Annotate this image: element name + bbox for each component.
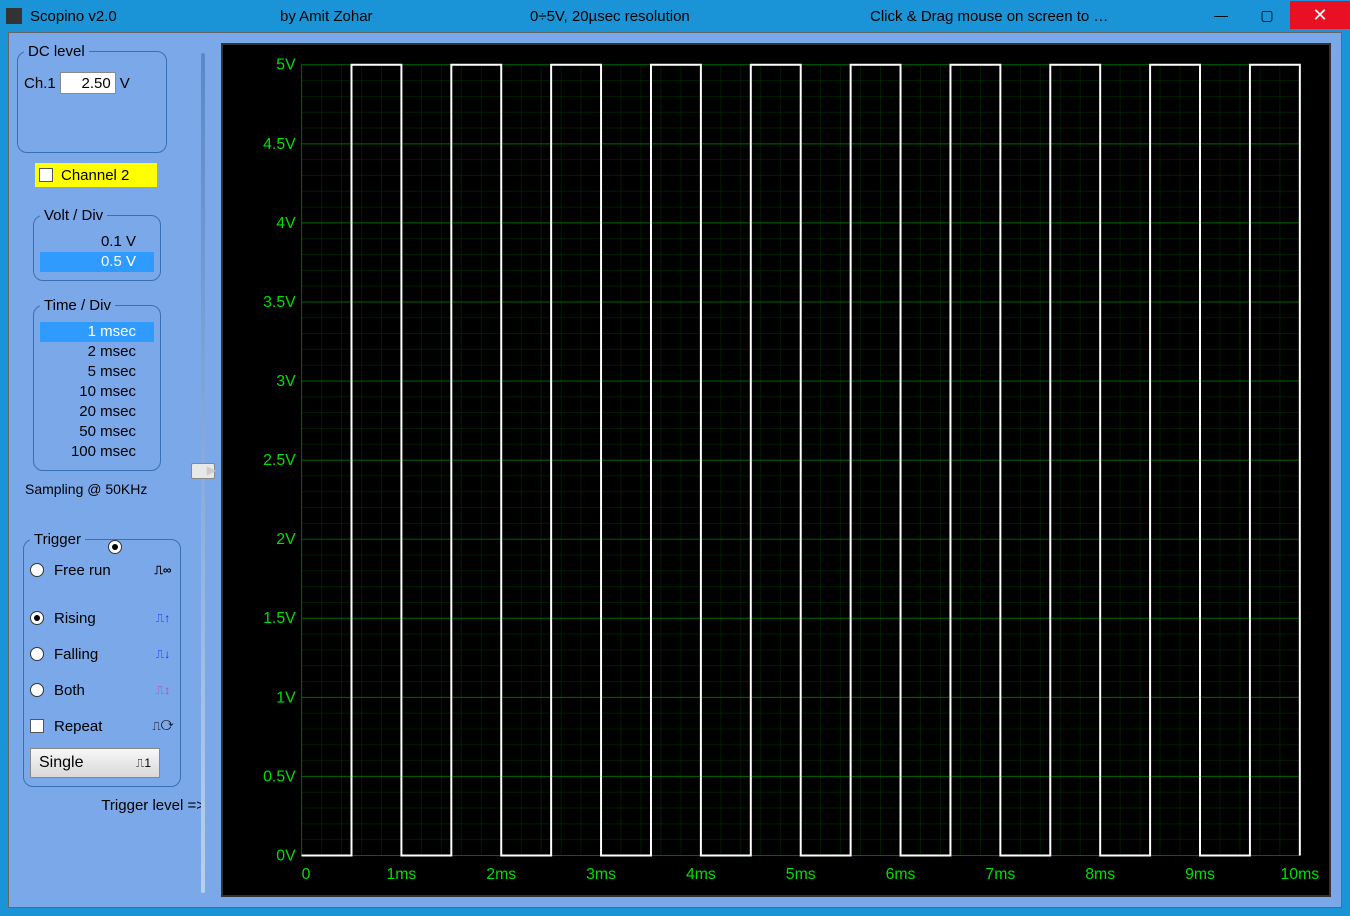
rising-edge-icon: ⎍↑ <box>152 608 174 628</box>
trigger-falling-row[interactable]: Falling ⎍↓ <box>30 640 174 668</box>
svg-text:7ms: 7ms <box>985 866 1015 883</box>
both-radio[interactable] <box>30 683 44 697</box>
scope-svg[interactable]: 5V 4.5V 4V 3.5V 3V 2.5V 2V 1.5V 1V 0.5V 0V 0 1ms 2ms 3… <box>223 45 1329 895</box>
repeat-checkbox[interactable] <box>30 719 44 733</box>
svg-text:3ms: 3ms <box>586 866 616 883</box>
channel-2-label: Channel 2 <box>61 167 129 184</box>
volt-div-option[interactable]: 0.5 V <box>40 252 154 272</box>
volt-div-group: Volt / Div 0.1 V0.5 V <box>33 207 161 281</box>
svg-text:0.5V: 0.5V <box>263 768 296 785</box>
svg-text:9ms: 9ms <box>1185 866 1215 883</box>
trigger-group: Trigger Free run ⎍∞ Rising ⎍↑ Falling ⎍↓… <box>23 531 181 787</box>
app-icon <box>6 8 22 24</box>
time-div-option[interactable]: 2 msec <box>40 342 154 362</box>
sampling-rate: Sampling @ 50KHz <box>25 481 209 497</box>
both-label: Both <box>54 682 152 699</box>
window-titlebar: Scopino v2.0 by Amit Zohar 0÷5V, 20µsec … <box>0 0 1350 32</box>
title-app: Scopino v2.0 <box>30 8 280 25</box>
dc-value-input[interactable] <box>60 72 116 94</box>
time-div-group: Time / Div 1 msec2 msec5 msec10 msec20 m… <box>33 297 161 471</box>
svg-text:1.5V: 1.5V <box>263 610 296 627</box>
volt-div-legend: Volt / Div <box>40 207 107 224</box>
time-div-option[interactable]: 5 msec <box>40 362 154 382</box>
both-edge-icon: ⎍↕ <box>152 680 174 700</box>
rising-radio[interactable] <box>30 611 44 625</box>
single-label: Single <box>39 754 83 772</box>
channel-2-toggle[interactable]: Channel 2 <box>35 163 157 187</box>
svg-text:2V: 2V <box>276 531 296 548</box>
trigger-level-label: Trigger level => <box>17 797 209 814</box>
single-icon: ⎍1 <box>136 756 151 771</box>
title-resolution: 0÷5V, 20µsec resolution <box>530 8 870 25</box>
freerun-icon: ⎍∞ <box>152 560 174 580</box>
time-div-option[interactable]: 1 msec <box>40 322 154 342</box>
title-segments: Scopino v2.0 by Amit Zohar 0÷5V, 20µsec … <box>30 8 1198 25</box>
channel-2-checkbox[interactable] <box>39 168 53 182</box>
freerun-label: Free run <box>54 562 152 579</box>
svg-text:3.5V: 3.5V <box>263 294 296 311</box>
single-trigger-button[interactable]: Single ⎍1 <box>30 748 160 778</box>
volt-div-option[interactable]: 0.1 V <box>40 232 154 252</box>
time-div-option[interactable]: 50 msec <box>40 422 154 442</box>
maximize-button[interactable]: ▢ <box>1244 1 1290 29</box>
trigger-repeat-row[interactable]: Repeat ⎍⟳ <box>30 712 174 740</box>
trigger-enable-radio[interactable] <box>108 540 122 554</box>
svg-text:2.5V: 2.5V <box>263 452 296 469</box>
dc-legend: DC level <box>24 43 89 60</box>
svg-text:4ms: 4ms <box>686 866 716 883</box>
time-div-legend: Time / Div <box>40 297 115 314</box>
svg-text:0: 0 <box>302 866 311 883</box>
repeat-icon: ⎍⟳ <box>152 716 174 736</box>
falling-label: Falling <box>54 646 152 663</box>
svg-text:4.5V: 4.5V <box>263 136 296 153</box>
trigger-rising-row[interactable]: Rising ⎍↑ <box>30 604 174 632</box>
trigger-level-slider[interactable] <box>193 53 213 893</box>
dc-ch-label: Ch.1 <box>24 75 56 92</box>
svg-text:1V: 1V <box>276 689 296 706</box>
left-panel: DC level Ch.1 V Channel 2 Volt / Div 0.1… <box>9 33 217 907</box>
svg-text:6ms: 6ms <box>886 866 916 883</box>
rising-label: Rising <box>54 610 152 627</box>
repeat-label: Repeat <box>54 718 152 735</box>
time-div-option[interactable]: 10 msec <box>40 382 154 402</box>
time-div-option[interactable]: 100 msec <box>40 442 154 462</box>
svg-text:3V: 3V <box>276 373 296 390</box>
title-hint: Click & Drag mouse on screen to … <box>870 8 1198 25</box>
app-body: DC level Ch.1 V Channel 2 Volt / Div 0.1… <box>8 32 1342 908</box>
svg-text:0V: 0V <box>276 847 296 864</box>
freerun-radio[interactable] <box>30 563 44 577</box>
time-div-option[interactable]: 20 msec <box>40 402 154 422</box>
svg-text:2ms: 2ms <box>486 866 516 883</box>
window-buttons: — ▢ ✕ <box>1198 1 1350 29</box>
trigger-both-row[interactable]: Both ⎍↕ <box>30 676 174 704</box>
falling-radio[interactable] <box>30 647 44 661</box>
svg-text:5ms: 5ms <box>786 866 816 883</box>
title-author: by Amit Zohar <box>280 8 530 25</box>
oscilloscope-display[interactable]: 5V 4.5V 4V 3.5V 3V 2.5V 2V 1.5V 1V 0.5V 0V 0 1ms 2ms 3… <box>221 43 1331 897</box>
svg-text:10ms: 10ms <box>1281 866 1320 883</box>
svg-text:8ms: 8ms <box>1085 866 1115 883</box>
svg-text:1ms: 1ms <box>386 866 416 883</box>
trigger-freerun-row[interactable]: Free run ⎍∞ <box>30 556 174 584</box>
dc-unit: V <box>120 75 130 92</box>
dc-level-group: DC level Ch.1 V <box>17 43 167 153</box>
minimize-button[interactable]: — <box>1198 1 1244 29</box>
close-button[interactable]: ✕ <box>1290 1 1350 29</box>
svg-text:4V: 4V <box>276 215 296 232</box>
slider-thumb[interactable] <box>191 463 215 479</box>
svg-text:5V: 5V <box>276 57 296 74</box>
falling-edge-icon: ⎍↓ <box>152 644 174 664</box>
trigger-legend: Trigger <box>30 531 85 548</box>
